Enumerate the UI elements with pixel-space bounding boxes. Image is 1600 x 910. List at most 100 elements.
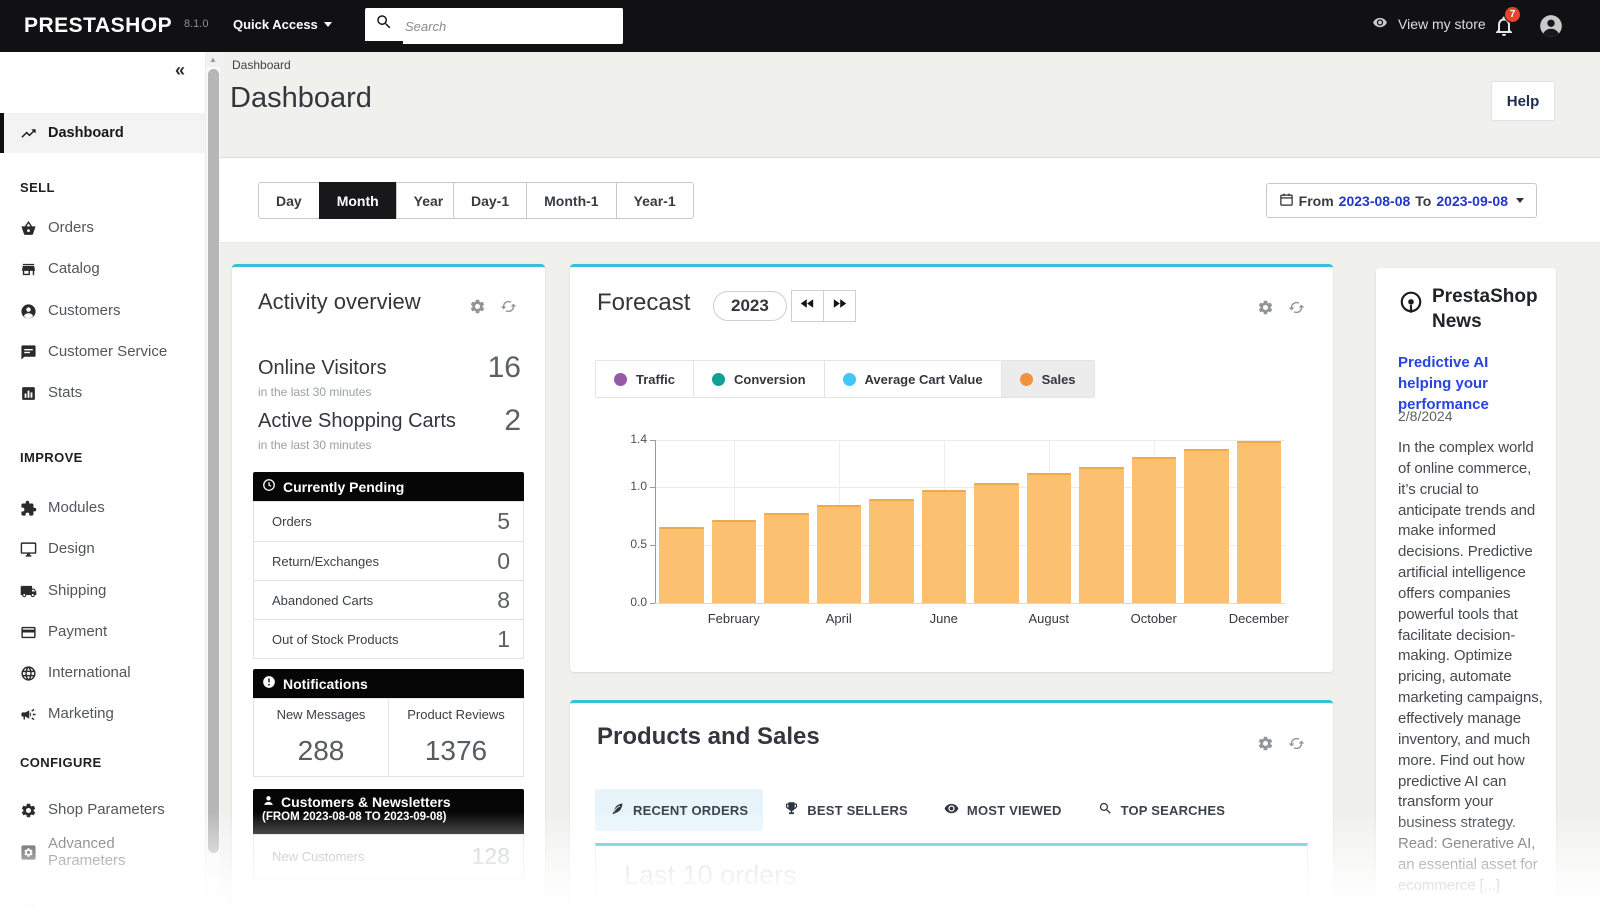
gear-icon[interactable] bbox=[1257, 735, 1274, 752]
bar-june[interactable] bbox=[922, 490, 967, 603]
bar-july[interactable] bbox=[974, 483, 1019, 603]
table-row[interactable]: Orders5 bbox=[254, 502, 523, 541]
sidebar-item-advanced-parameters[interactable]: Advanced Parameters bbox=[0, 828, 205, 876]
date-range-picker[interactable]: From 2023-08-08 To 2023-09-08 bbox=[1266, 183, 1537, 218]
scrollbar-thumb[interactable] bbox=[208, 69, 219, 853]
gear-icon[interactable] bbox=[1257, 299, 1274, 316]
legend-sales[interactable]: Sales bbox=[1001, 361, 1094, 397]
quill-icon bbox=[610, 801, 625, 819]
sidebar-item-marketing[interactable]: Marketing bbox=[0, 694, 205, 734]
table-row[interactable]: Return/Exchanges0 bbox=[254, 541, 523, 580]
refresh-icon[interactable] bbox=[500, 298, 517, 315]
clock-icon bbox=[262, 478, 276, 495]
bar-may[interactable] bbox=[869, 499, 914, 603]
sidebar-item-dashboard[interactable]: Dashboard bbox=[0, 113, 205, 153]
scrollbar-up-button[interactable]: ▲ bbox=[206, 52, 220, 67]
range-day-1-button[interactable]: Day-1 bbox=[453, 182, 527, 219]
sidebar-item-customer-service[interactable]: Customer Service bbox=[0, 332, 205, 372]
external-link-icon bbox=[20, 902, 37, 910]
eye-icon bbox=[1370, 15, 1390, 33]
prestashop-logo[interactable]: PRESTASHOP bbox=[24, 14, 172, 38]
customers-newsletters-title: Customers & Newsletters bbox=[281, 794, 451, 810]
range-year-button[interactable]: Year bbox=[396, 182, 462, 219]
tab-recent-orders[interactable]: RECENT ORDERS bbox=[595, 789, 763, 831]
bar-january[interactable] bbox=[659, 527, 704, 603]
tab-best-sellers[interactable]: BEST SELLERS bbox=[769, 789, 923, 831]
person-icon bbox=[262, 794, 275, 810]
sidebar-item-shipping[interactable]: Shipping bbox=[0, 571, 205, 611]
table-row[interactable]: Out of Stock Products1 bbox=[254, 619, 523, 658]
bar-october[interactable] bbox=[1132, 457, 1177, 603]
breadcrumb[interactable]: Dashboard bbox=[232, 58, 291, 72]
gear-icon[interactable] bbox=[469, 298, 486, 315]
sidebar-item-customers[interactable]: Customers bbox=[0, 291, 205, 331]
range-month-button[interactable]: Month bbox=[319, 182, 397, 219]
table-row[interactable]: Abandoned Carts8 bbox=[254, 580, 523, 619]
refresh-icon[interactable] bbox=[1288, 735, 1305, 752]
date-from-value: 2023-08-08 bbox=[1339, 193, 1411, 209]
search-input[interactable] bbox=[403, 8, 623, 44]
sidebar-item-orders[interactable]: Orders bbox=[0, 208, 205, 248]
quick-access-menu[interactable]: Quick Access bbox=[233, 17, 332, 32]
sidebar-item-shop-parameters[interactable]: Shop Parameters bbox=[0, 790, 205, 830]
table-row[interactable]: New Customers 128 bbox=[254, 835, 523, 878]
y-axis-label: 1.4 bbox=[605, 432, 647, 446]
y-axis-label: 1.0 bbox=[605, 479, 647, 493]
bar-february[interactable] bbox=[712, 520, 757, 603]
tab-label: BEST SELLERS bbox=[807, 803, 908, 818]
sidebar-item-international[interactable]: International bbox=[0, 653, 205, 693]
next-year-button[interactable] bbox=[823, 290, 856, 322]
sidebar-item-klaviyo[interactable]: Klaviyo bbox=[0, 890, 205, 910]
bar-april[interactable] bbox=[817, 505, 862, 603]
bar-december[interactable] bbox=[1237, 441, 1282, 603]
bar-november[interactable] bbox=[1184, 449, 1229, 603]
sidebar-item-modules[interactable]: Modules bbox=[0, 488, 205, 528]
previous-year-button[interactable] bbox=[791, 290, 824, 322]
legend-average-cart-value[interactable]: Average Cart Value bbox=[824, 361, 1001, 397]
news-article-body: In the complex world of online commerce,… bbox=[1398, 438, 1546, 897]
sidebar-item-label: Orders bbox=[48, 219, 94, 236]
x-axis-label: June bbox=[894, 611, 994, 626]
prestashop-admin-page: PRESTASHOP 8.1.0 Quick Access View my st… bbox=[0, 0, 1600, 910]
legend-traffic[interactable]: Traffic bbox=[596, 361, 693, 397]
sidebar-scrollbar[interactable]: ▲ bbox=[205, 52, 220, 910]
user-avatar-button[interactable] bbox=[1538, 13, 1564, 39]
bar-august[interactable] bbox=[1027, 473, 1072, 603]
legend-conversion[interactable]: Conversion bbox=[693, 361, 824, 397]
bell-icon bbox=[1492, 26, 1516, 43]
news-panel-title: PrestaShop News bbox=[1432, 284, 1544, 334]
sidebar-collapse-button[interactable]: « bbox=[175, 60, 185, 81]
broadcast-icon bbox=[1398, 290, 1424, 316]
news-article-link[interactable]: Predictive AI helping your performance bbox=[1398, 352, 1538, 415]
forecast-panel: Forecast 2023 Traffic Conversion Average… bbox=[570, 264, 1333, 672]
refresh-icon[interactable] bbox=[1288, 299, 1305, 316]
range-day-button[interactable]: Day bbox=[258, 182, 320, 219]
range-month-1-button[interactable]: Month-1 bbox=[526, 182, 616, 219]
notifications-title: Notifications bbox=[283, 676, 368, 692]
tab-top-searches[interactable]: TOP SEARCHES bbox=[1083, 789, 1241, 831]
help-button[interactable]: Help bbox=[1491, 81, 1555, 121]
new-messages-cell[interactable]: New Messages 288 bbox=[254, 699, 388, 776]
chevron-down-icon bbox=[324, 22, 332, 27]
sidebar-item-label: Stats bbox=[48, 384, 82, 401]
notifications-bell-button[interactable]: 7 bbox=[1492, 13, 1518, 39]
row-value: 1 bbox=[497, 626, 510, 653]
global-search bbox=[365, 8, 623, 44]
forecast-year-badge: 2023 bbox=[713, 291, 787, 321]
sidebar-item-payment[interactable]: Payment bbox=[0, 612, 205, 652]
view-my-store-link[interactable]: View my store bbox=[1370, 15, 1486, 33]
sidebar-item-catalog[interactable]: Catalog bbox=[0, 249, 205, 289]
bar-march[interactable] bbox=[764, 513, 809, 603]
search-icon bbox=[1098, 801, 1113, 819]
product-reviews-cell[interactable]: Product Reviews 1376 bbox=[388, 699, 523, 776]
bar-september[interactable] bbox=[1079, 467, 1124, 603]
sidebar-item-label: Marketing bbox=[48, 705, 114, 722]
traffic-dot-icon bbox=[614, 373, 627, 386]
sidebar-item-stats[interactable]: Stats bbox=[0, 373, 205, 413]
range-year-1-button[interactable]: Year-1 bbox=[616, 182, 694, 219]
search-submit-button[interactable] bbox=[365, 8, 403, 44]
forecast-bar-chart: 0.00.51.01.4FebruaryAprilJuneAugustOctob… bbox=[597, 427, 1307, 642]
sidebar-item-design[interactable]: Design bbox=[0, 529, 205, 569]
date-to-value: 2023-09-08 bbox=[1436, 193, 1508, 209]
tab-most-viewed[interactable]: MOST VIEWED bbox=[929, 789, 1077, 831]
